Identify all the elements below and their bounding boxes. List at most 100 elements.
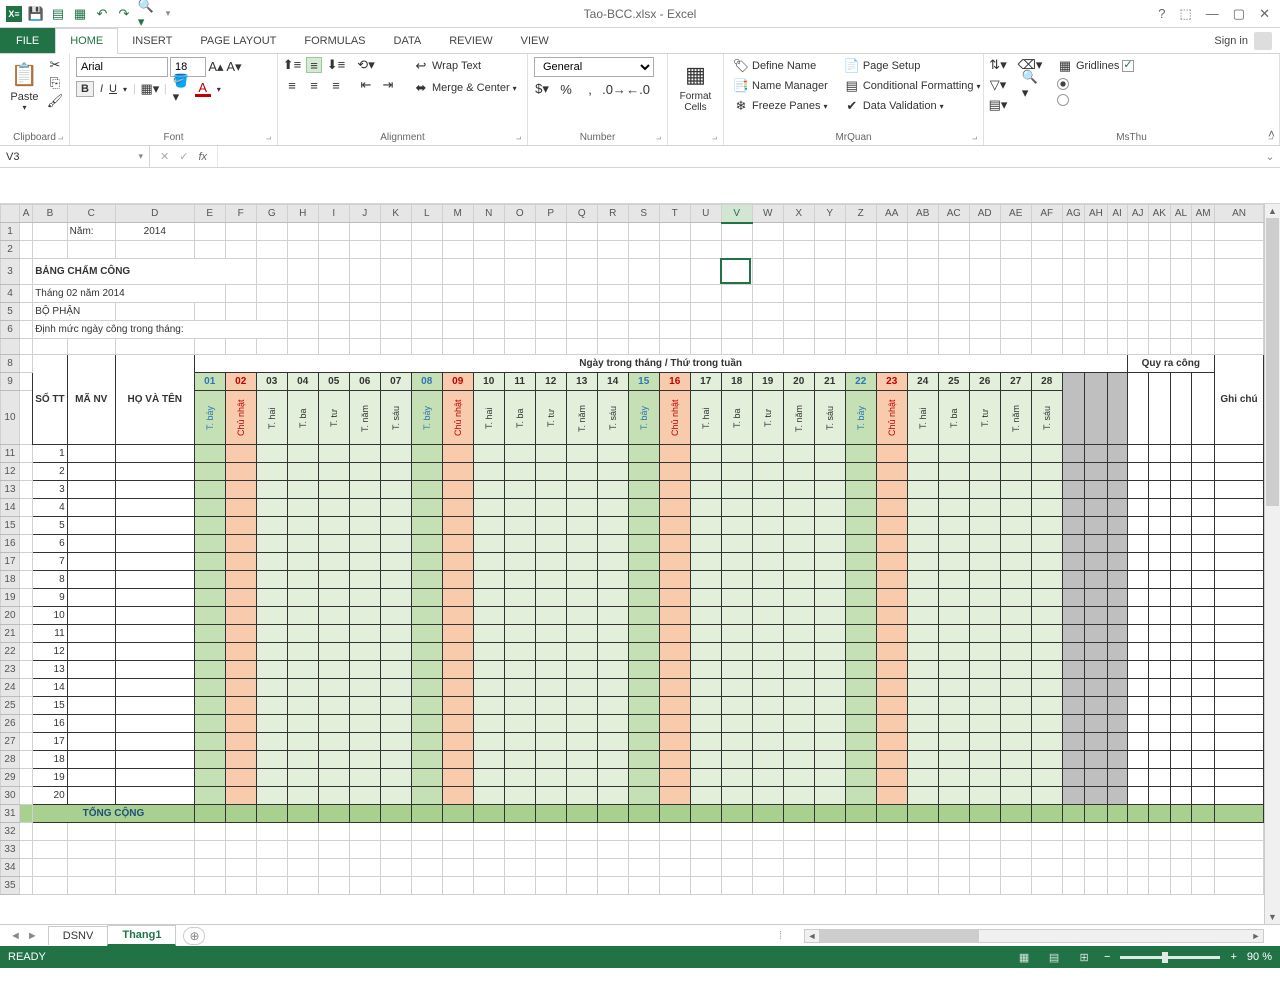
tab-formulas[interactable]: FORMULAS [290, 28, 379, 53]
col-header[interactable]: AB [907, 205, 938, 223]
page-setup-button[interactable]: 📄Page Setup [841, 57, 984, 75]
format-painter-icon[interactable]: 🖌 [47, 93, 63, 109]
col-header[interactable]: AJ [1127, 205, 1148, 223]
col-header[interactable]: Z [845, 205, 876, 223]
col-header[interactable]: N [473, 205, 504, 223]
col-header[interactable]: D [115, 205, 194, 223]
col-header[interactable]: S [628, 205, 659, 223]
wrap-text-button[interactable]: ↩Wrap Text [410, 57, 520, 75]
zoom-out-icon[interactable]: − [1104, 951, 1110, 963]
col-header[interactable]: AE [1000, 205, 1031, 223]
misc-icon[interactable]: ▤▾ [990, 97, 1006, 113]
format-cells-button[interactable]: ▦Format Cells [674, 57, 717, 113]
col-header[interactable]: G [256, 205, 287, 223]
col-header[interactable]: M [442, 205, 473, 223]
align-right-icon[interactable]: ≡ [328, 77, 344, 93]
col-header[interactable]: B [33, 205, 67, 223]
col-header[interactable]: V [721, 205, 752, 223]
tab-file[interactable]: FILE [0, 28, 55, 53]
increase-font-icon[interactable]: A▴ [208, 59, 224, 75]
col-header[interactable]: E [194, 205, 225, 223]
col-header[interactable]: AH [1085, 205, 1107, 223]
qat-btn[interactable]: 🔍▾ [138, 6, 154, 22]
tab-data[interactable]: DATA [380, 28, 436, 53]
col-header[interactable]: A [19, 205, 32, 223]
font-color-icon[interactable]: A [195, 81, 211, 97]
col-header[interactable]: R [597, 205, 628, 223]
qat-more[interactable]: ▾ [160, 6, 176, 22]
tab-pagelayout[interactable]: PAGE LAYOUT [186, 28, 290, 53]
scroll-down-icon[interactable]: ▼ [1265, 910, 1280, 924]
align-left-icon[interactable]: ≡ [284, 77, 300, 93]
inc-dec-icon[interactable]: .0→ [606, 81, 622, 97]
col-header[interactable]: P [535, 205, 566, 223]
horizontal-scrollbar[interactable]: ◄ ► [804, 929, 1264, 943]
gridlines-toggle[interactable]: ▦Gridlines [1054, 57, 1137, 75]
name-box[interactable]: V3 [0, 146, 150, 167]
col-header[interactable]: AA [876, 205, 907, 223]
radio-opt[interactable] [1054, 77, 1137, 91]
zoom-slider[interactable] [1120, 956, 1220, 959]
border-icon[interactable]: ▦▾ [142, 81, 158, 97]
scroll-right-icon[interactable]: ► [1249, 930, 1263, 942]
close-icon[interactable]: ✕ [1259, 6, 1270, 22]
col-header[interactable]: W [752, 205, 783, 223]
formula-input[interactable] [218, 146, 1260, 167]
comma-icon[interactable]: , [582, 81, 598, 97]
font-name-select[interactable] [76, 57, 168, 77]
col-header[interactable]: H [287, 205, 318, 223]
col-header[interactable]: I [318, 205, 349, 223]
collapse-ribbon-icon[interactable]: ˄ [1268, 127, 1275, 141]
tab-home[interactable]: HOME [55, 28, 118, 54]
vertical-scrollbar[interactable]: ▲ ▼ [1264, 204, 1280, 924]
save-icon[interactable]: 💾 [28, 6, 44, 22]
enter-formula-icon[interactable]: ✓ [179, 150, 188, 163]
dec-dec-icon[interactable]: ←.0 [630, 81, 646, 97]
paste-button[interactable]: 📋 Paste▾ [6, 57, 43, 112]
scroll-thumb[interactable] [819, 930, 979, 942]
number-format-select[interactable]: General [534, 57, 654, 77]
tab-review[interactable]: REVIEW [435, 28, 506, 53]
qat-btn[interactable]: ▤ [50, 6, 66, 22]
expand-formula-icon[interactable]: ⌄ [1260, 146, 1280, 167]
name-manager-button[interactable]: 📑Name Manager [730, 77, 831, 95]
col-header[interactable]: T [659, 205, 690, 223]
col-header[interactable]: Y [814, 205, 845, 223]
decrease-font-icon[interactable]: A▾ [226, 59, 242, 75]
define-name-button[interactable]: 🏷Define Name [730, 57, 831, 75]
col-header[interactable]: AM [1192, 205, 1215, 223]
scroll-thumb[interactable] [1266, 218, 1279, 506]
zoom-in-icon[interactable]: + [1230, 951, 1236, 963]
tab-insert[interactable]: INSERT [118, 28, 186, 53]
page-break-icon[interactable]: ⊞ [1074, 949, 1094, 965]
indent-dec-icon[interactable]: ⇤ [358, 77, 374, 93]
percent-icon[interactable]: % [558, 81, 574, 97]
align-mid-icon[interactable]: ≡ [306, 57, 322, 73]
gridlines-checkbox[interactable] [1122, 60, 1134, 72]
bold-button[interactable]: B [76, 81, 94, 97]
scroll-left-icon[interactable]: ◄ [805, 930, 819, 942]
underline-button[interactable]: U [109, 83, 117, 95]
col-header[interactable]: L [411, 205, 442, 223]
normal-view-icon[interactable]: ▦ [1014, 949, 1034, 965]
align-center-icon[interactable]: ≡ [306, 77, 322, 93]
col-header[interactable]: AN [1215, 205, 1264, 223]
zoom-level[interactable]: 90 % [1247, 951, 1272, 963]
col-header[interactable]: O [504, 205, 535, 223]
filter-icon[interactable]: ▽▾ [990, 77, 1006, 93]
radio-opt[interactable] [1054, 93, 1137, 107]
tab-nav-next-icon[interactable]: ► [27, 930, 38, 942]
col-header[interactable]: AK [1148, 205, 1170, 223]
freeze-panes-button[interactable]: ❄Freeze Panes ▾ [730, 97, 831, 115]
col-header[interactable]: Q [566, 205, 597, 223]
page-layout-icon[interactable]: ▤ [1044, 949, 1064, 965]
col-header[interactable]: AF [1031, 205, 1062, 223]
italic-button[interactable]: I [100, 83, 103, 95]
cond-format-button[interactable]: ▤Conditional Formatting ▾ [841, 77, 984, 95]
tab-nav-prev-icon[interactable]: ◄ [10, 930, 21, 942]
col-header[interactable]: AI [1107, 205, 1127, 223]
col-header[interactable]: X [783, 205, 814, 223]
undo-icon[interactable]: ↶ [94, 6, 110, 22]
maximize-icon[interactable]: ▢ [1233, 6, 1245, 22]
col-header[interactable]: J [349, 205, 380, 223]
